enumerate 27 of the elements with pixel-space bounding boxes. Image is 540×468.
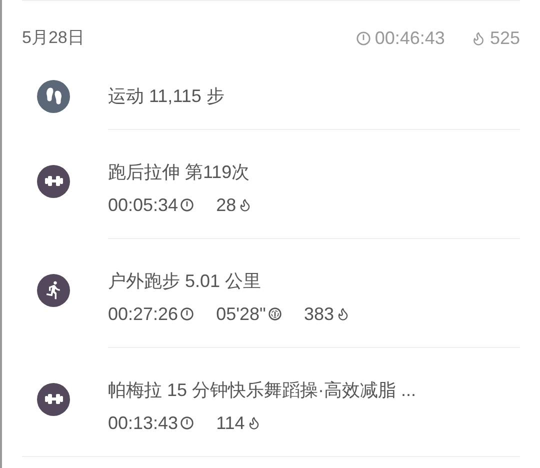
runner-icon	[37, 274, 70, 306]
flame-icon	[238, 198, 252, 212]
footprints-icon	[37, 80, 70, 112]
clock-icon	[180, 198, 194, 212]
stat-value: 05'28"	[216, 303, 266, 326]
flame-icon	[470, 30, 486, 46]
flame-icon	[336, 307, 350, 321]
total-calories: 525	[490, 26, 520, 50]
stat-value: 383	[304, 303, 334, 326]
activity-title: 帕梅拉 15 分钟快乐舞蹈操·高效减脂 ...	[108, 379, 418, 402]
activity-title: 跑后拉伸 第119次	[108, 161, 251, 184]
clock-icon	[356, 30, 371, 46]
date-label: 5月28日	[22, 27, 84, 50]
stat-value: 00:27:26	[108, 303, 178, 326]
activity-title: 运动 11,115 步	[108, 84, 224, 108]
stat-value: 114	[216, 412, 245, 435]
clock-icon	[180, 307, 194, 321]
activity-title: 户外跑步 5.01 公里	[108, 270, 262, 293]
stat-value: 28	[216, 194, 236, 217]
clock-icon	[180, 416, 194, 430]
gauge-icon	[268, 307, 282, 321]
dumbbell-icon	[37, 164, 70, 198]
dumbbell-icon	[37, 382, 70, 416]
total-duration: 00:46:43	[374, 26, 445, 50]
stat-value: 00:13:43	[108, 412, 178, 435]
stat-value: 00:05:34	[108, 194, 178, 217]
flame-icon	[246, 416, 261, 430]
